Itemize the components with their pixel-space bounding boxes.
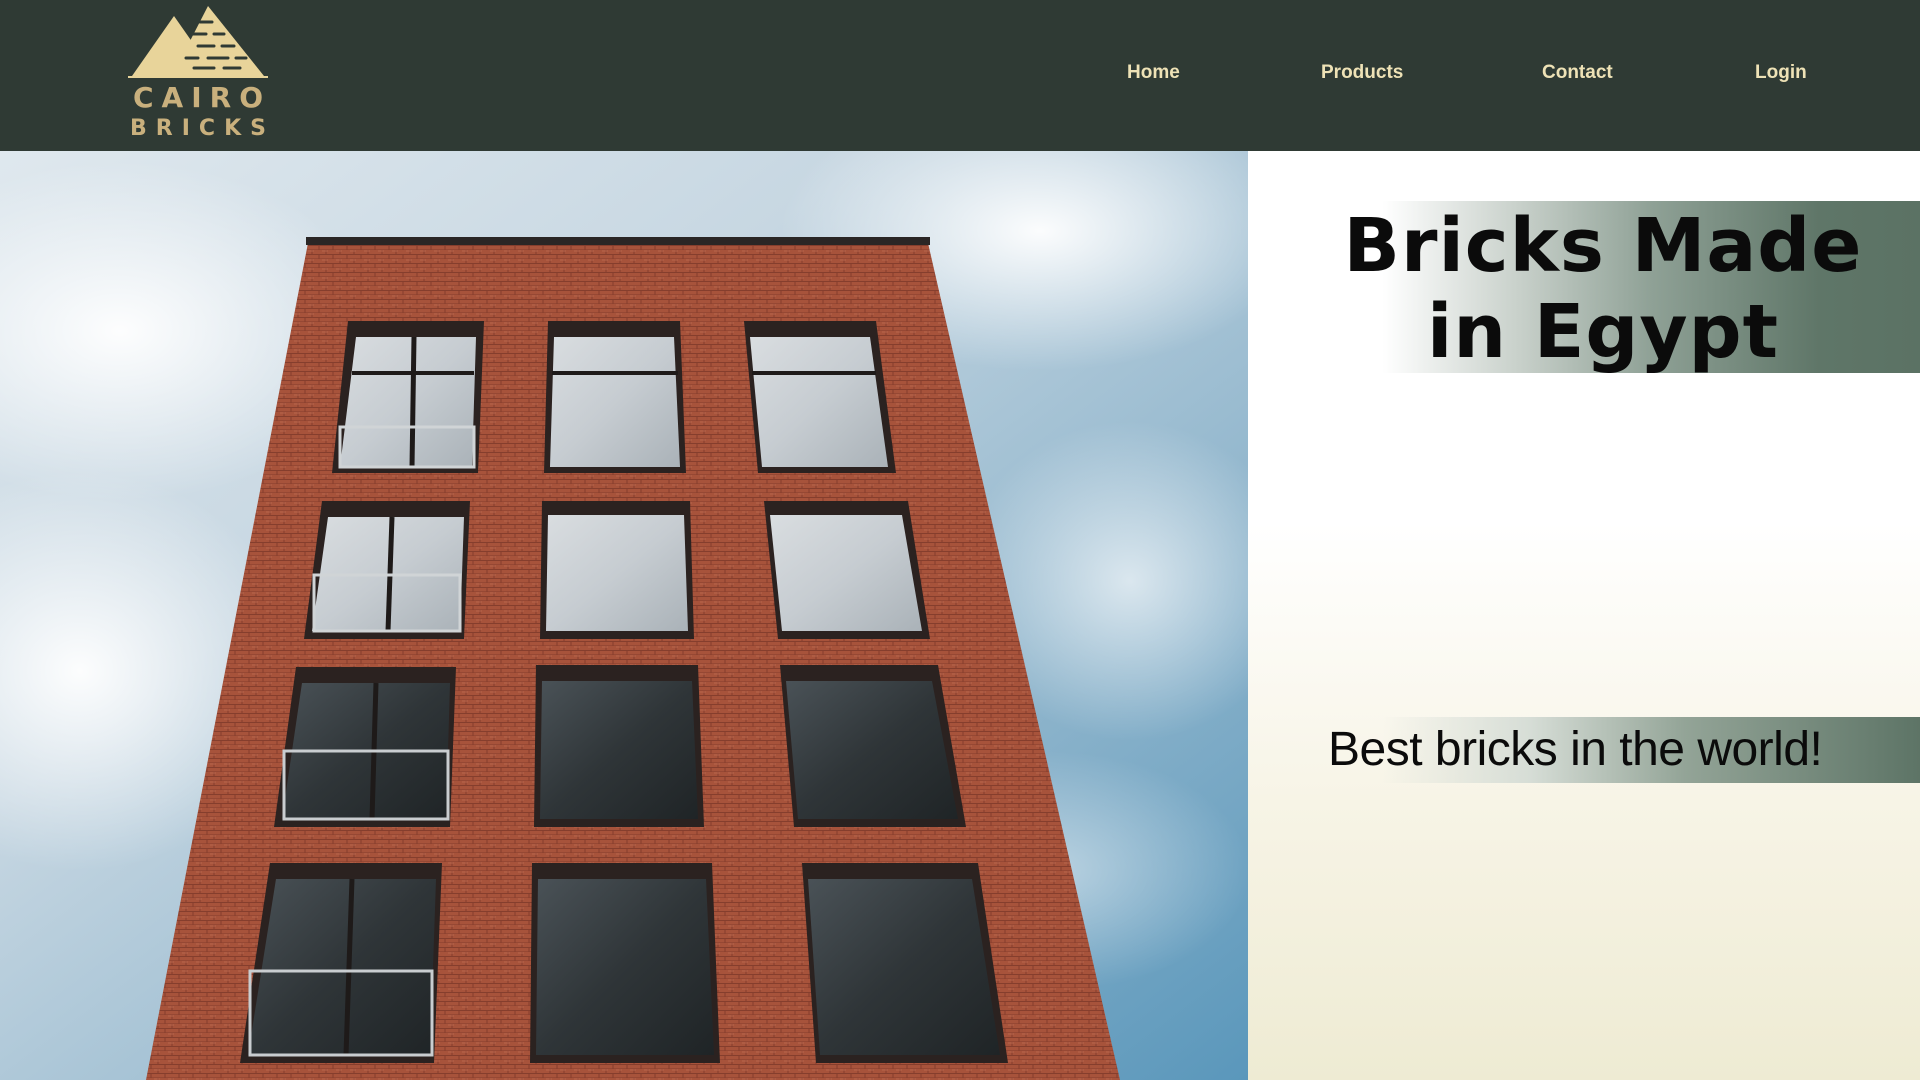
hero-text-panel: Bricks Made in Egypt Best bricks in the … — [1248, 151, 1920, 1080]
window-row-3 — [274, 665, 966, 827]
main-nav: Home Products Contact Login — [0, 62, 1920, 92]
nav-link-login[interactable]: Login — [1755, 62, 1807, 84]
site-header: CAIRO BRICKS Home Products Contact Login — [0, 0, 1920, 151]
headline-line-2: in Egypt — [1427, 289, 1779, 375]
hero-building-image — [0, 151, 1248, 1080]
building-photo — [0, 151, 1248, 1080]
window-row-2 — [304, 501, 930, 639]
nav-link-contact[interactable]: Contact — [1542, 62, 1613, 84]
hero-headline: Bricks Made in Egypt — [1248, 203, 1920, 375]
logo-word-bricks: BRICKS — [130, 116, 275, 141]
nav-link-home[interactable]: Home — [1127, 62, 1180, 84]
headline-line-1: Bricks Made — [1343, 203, 1863, 289]
nav-link-products[interactable]: Products — [1321, 62, 1403, 84]
window-row-1 — [332, 321, 896, 473]
window-row-4 — [240, 863, 1008, 1063]
hero-tagline: Best bricks in the world! — [1328, 723, 1823, 776]
